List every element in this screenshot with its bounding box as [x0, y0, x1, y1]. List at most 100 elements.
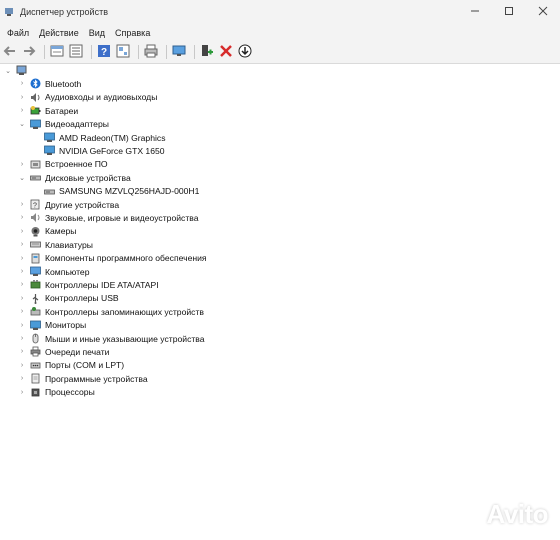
tree-device[interactable]: NVIDIA GeForce GTX 1650: [44, 144, 165, 157]
update-driver-button[interactable]: [199, 44, 215, 60]
chevron-right-icon[interactable]: ›: [18, 227, 26, 235]
tree-category-label: Контроллеры USB: [45, 293, 119, 304]
battery-icon: [30, 105, 41, 116]
svg-text:?: ?: [33, 203, 37, 210]
uninstall-button[interactable]: [218, 44, 234, 60]
maximize-icon: [504, 6, 514, 19]
close-button[interactable]: [526, 0, 560, 24]
back-icon: [3, 44, 17, 60]
watermark-text: Avito: [486, 499, 548, 529]
help-button[interactable]: ?: [96, 44, 112, 60]
firmware-icon: [30, 159, 41, 170]
disk-icon: [44, 186, 55, 197]
tree-category[interactable]: › Порты (COM и LPT): [18, 359, 124, 372]
tree-category[interactable]: › Контроллеры USB: [18, 292, 119, 305]
chevron-down-icon[interactable]: ⌄: [18, 120, 26, 128]
tree-category[interactable]: › Камеры: [18, 225, 76, 238]
chevron-right-icon[interactable]: ›: [18, 214, 26, 222]
chevron-right-icon[interactable]: ›: [18, 348, 26, 356]
tree-category-label: Компоненты программного обеспечения: [45, 253, 207, 264]
tree-category[interactable]: › Компоненты программного обеспечения: [18, 252, 207, 265]
download-button[interactable]: [237, 44, 253, 60]
menu-help[interactable]: Справка: [110, 28, 155, 38]
software-device-icon: [30, 373, 41, 384]
chevron-right-icon[interactable]: ›: [18, 335, 26, 343]
tree-category[interactable]: › Аудиовходы и аудиовыходы: [18, 91, 158, 104]
minimize-icon: [470, 6, 480, 19]
tree-category[interactable]: › Встроенное ПО: [18, 158, 108, 171]
audio-icon: [30, 92, 41, 103]
tree-category-label: Звуковые, игровые и видеоустройства: [45, 212, 199, 223]
toolbar-separator: [44, 45, 45, 59]
tree-category[interactable]: › Очереди печати: [18, 345, 110, 358]
display-adapter-icon: [44, 132, 55, 143]
chevron-right-icon[interactable]: ›: [18, 388, 26, 396]
tree-category[interactable]: › Bluetooth: [18, 77, 81, 90]
tree-category-label: Видеоадаптеры: [45, 119, 109, 130]
tree-category-label: Аудиовходы и аудиовыходы: [45, 92, 158, 103]
tree-category[interactable]: ⌄ Видеоадаптеры: [18, 118, 109, 131]
tree-category-label: Встроенное ПО: [45, 159, 108, 170]
tree-category[interactable]: › Компьютер: [18, 265, 90, 278]
tree-category[interactable]: › Звуковые, игровые и видеоустройства: [18, 211, 199, 224]
tree-device-label: AMD Radeon(TM) Graphics: [59, 132, 166, 143]
tree-category-label: Батареи: [45, 105, 79, 116]
tree-category[interactable]: › Процессоры: [18, 386, 95, 399]
menu-view[interactable]: Вид: [84, 28, 110, 38]
toolbar-separator: [194, 45, 195, 59]
printer-icon: [30, 346, 41, 357]
display-adapter-icon: [30, 119, 41, 130]
menu-file[interactable]: Файл: [2, 28, 34, 38]
chevron-right-icon[interactable]: ›: [18, 201, 26, 209]
tree-category[interactable]: › Батареи: [18, 104, 78, 117]
tree-category[interactable]: › Контроллеры IDE ATA/ATAPI: [18, 278, 159, 291]
view-button[interactable]: [115, 44, 131, 60]
chevron-right-icon[interactable]: ›: [18, 107, 26, 115]
chevron-down-icon[interactable]: ⌄: [18, 174, 26, 182]
tree-device[interactable]: AMD Radeon(TM) Graphics: [44, 131, 166, 144]
forward-button[interactable]: [21, 44, 37, 60]
tree-category[interactable]: › Мониторы: [18, 319, 86, 332]
tree-category[interactable]: › Контроллеры запоминающих устройств: [18, 305, 204, 318]
tree-category-label: Мыши и иные указывающие устройства: [45, 333, 205, 344]
chevron-right-icon[interactable]: ›: [18, 281, 26, 289]
mouse-icon: [30, 333, 41, 344]
maximize-button[interactable]: [492, 0, 526, 24]
view-icon: [116, 44, 130, 60]
scan-hardware-button[interactable]: [171, 44, 187, 60]
chevron-right-icon[interactable]: ›: [18, 308, 26, 316]
monitor-icon: [30, 320, 41, 331]
tree-category[interactable]: ›? Другие устройства: [18, 198, 119, 211]
tree-category[interactable]: ⌄ Дисковые устройства: [18, 171, 131, 184]
menu-action[interactable]: Действие: [34, 28, 84, 38]
chevron-right-icon[interactable]: ›: [18, 268, 26, 276]
chevron-right-icon[interactable]: ›: [18, 93, 26, 101]
chevron-right-icon[interactable]: ›: [18, 321, 26, 329]
chevron-right-icon[interactable]: ›: [18, 361, 26, 369]
print-button[interactable]: [143, 44, 159, 60]
properties-button[interactable]: [49, 44, 65, 60]
tree-root[interactable]: ⌄: [4, 64, 31, 77]
chevron-right-icon[interactable]: ›: [18, 80, 26, 88]
disk-icon: [30, 172, 41, 183]
tree-category[interactable]: › Клавиатуры: [18, 238, 93, 251]
back-button[interactable]: [2, 44, 18, 60]
chevron-right-icon[interactable]: ›: [18, 241, 26, 249]
chevron-right-icon[interactable]: ›: [18, 294, 26, 302]
tree-device[interactable]: SAMSUNG MZVLQ256HAJD-000H1: [44, 185, 199, 198]
chevron-right-icon[interactable]: ›: [18, 375, 26, 383]
display-adapter-icon: [44, 145, 55, 156]
device-list-button[interactable]: [68, 44, 84, 60]
tree-category[interactable]: › Программные устройства: [18, 372, 148, 385]
usb-icon: [30, 293, 41, 304]
chevron-down-icon[interactable]: ⌄: [4, 67, 12, 75]
avito-watermark: Avito: [448, 499, 548, 530]
chevron-right-icon[interactable]: ›: [18, 254, 26, 262]
software-component-icon: [30, 253, 41, 264]
chevron-right-icon[interactable]: ›: [18, 160, 26, 168]
tree-category[interactable]: › Мыши и иные указывающие устройства: [18, 332, 205, 345]
minimize-button[interactable]: [458, 0, 492, 24]
sound-icon: [30, 212, 41, 223]
processor-icon: [30, 387, 41, 398]
tree-category-label: Контроллеры IDE ATA/ATAPI: [45, 279, 159, 290]
